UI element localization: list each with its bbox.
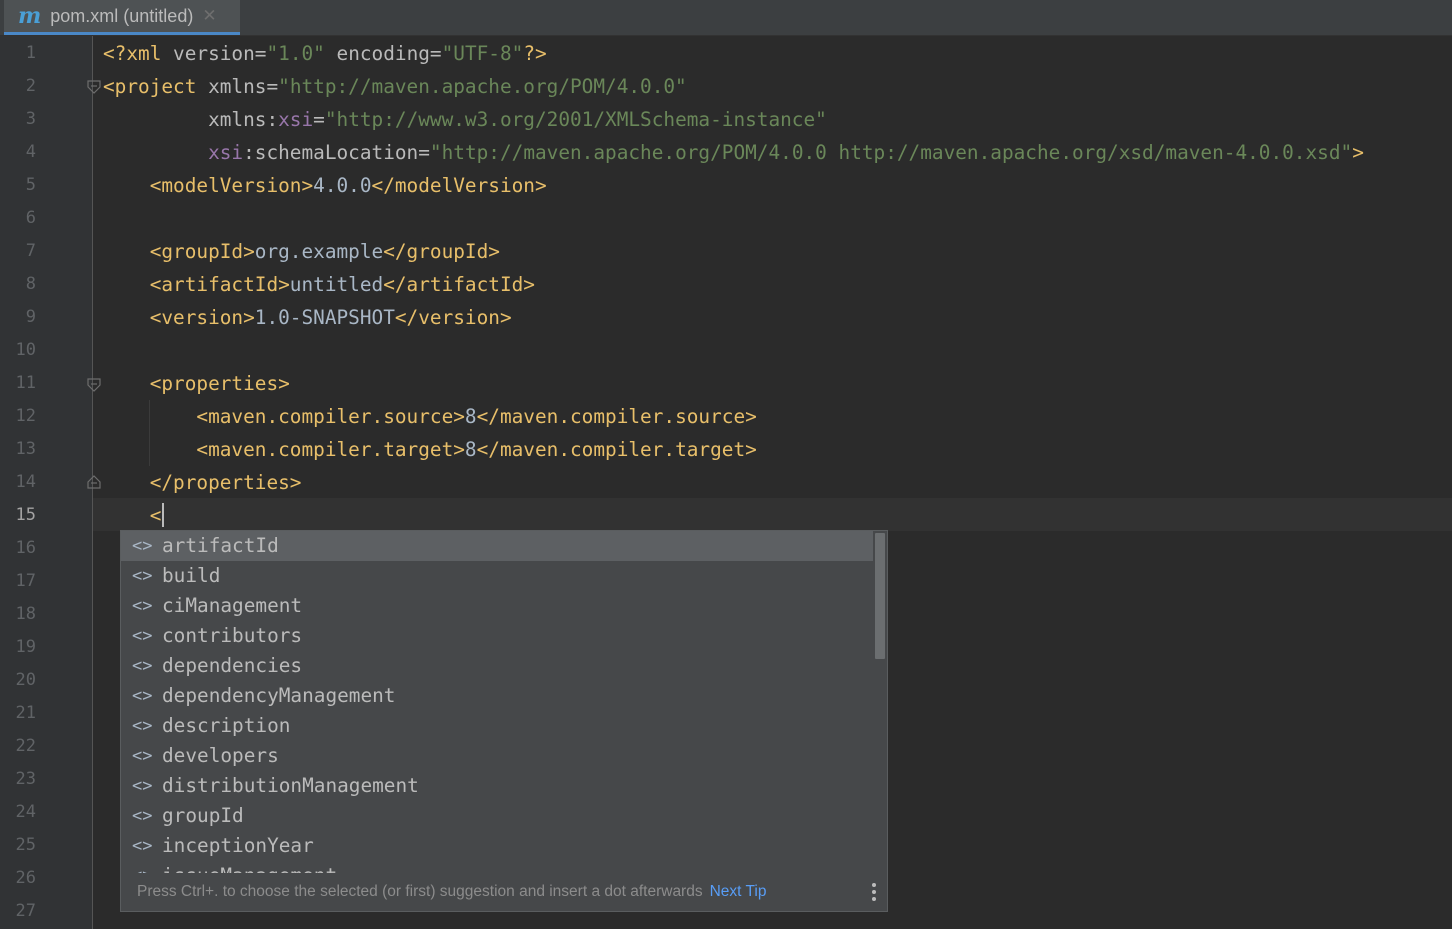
line-number: 14 — [15, 472, 36, 492]
xml-tag-icon: <> — [132, 566, 153, 586]
completion-item-label: inceptionYear — [162, 834, 314, 857]
code-line-12: <maven.compiler.source>8</maven.compiler… — [196, 405, 757, 428]
completion-item-label: dependencyManagement — [162, 684, 396, 707]
completion-item[interactable]: <> developers — [121, 741, 873, 771]
line-number: 21 — [15, 703, 36, 723]
completion-item-label: developers — [162, 744, 279, 767]
completion-popup[interactable]: <> artifactId <> build <> ciManagement <> contr… — [120, 530, 888, 912]
editor-tab-bar: m pom.xml (untitled) ✕ — [0, 0, 1452, 36]
xml-tag-icon: <> — [132, 806, 153, 826]
completion-item[interactable]: <> inceptionYear — [121, 831, 873, 861]
line-number: 8 — [25, 274, 36, 294]
line-number: 5 — [25, 175, 36, 195]
code-line-8: <artifactId>untitled</artifactId> — [149, 273, 535, 296]
xml-tag-icon: <> — [132, 776, 153, 796]
code-line-14: </properties> — [149, 471, 302, 494]
line-number: 9 — [25, 307, 36, 327]
code-line-5: <modelVersion>4.0.0</modelVersion> — [149, 174, 547, 197]
line-number: 22 — [15, 736, 36, 756]
code-line-3: xmlns:xsi="http://www.w3.org/2001/XMLSch… — [208, 108, 827, 131]
completion-item-label: contributors — [162, 624, 303, 647]
line-number: 27 — [15, 901, 36, 921]
completion-item-label: build — [162, 564, 221, 587]
xml-tag-icon: <> — [132, 656, 153, 676]
maven-m-icon: m — [18, 3, 42, 29]
code-line-2: <project xmlns="http://maven.apache.org/… — [103, 75, 687, 98]
line-number: 25 — [15, 835, 36, 855]
line-number: 1 — [25, 43, 36, 63]
line-number: 20 — [15, 670, 36, 690]
xml-tag-icon: <> — [132, 626, 153, 646]
next-tip-link[interactable]: Next Tip — [710, 883, 767, 901]
completion-hint: Press Ctrl+. to choose the selected (or … — [137, 883, 703, 900]
xml-tag-icon: <> — [132, 596, 153, 616]
code-line-11: <properties> — [149, 372, 290, 395]
completion-item[interactable]: <> distributionManagement — [121, 771, 873, 801]
line-number: 7 — [25, 241, 36, 261]
completion-item[interactable]: <> dependencyManagement — [121, 681, 873, 711]
code-line-15: < — [149, 504, 162, 527]
xml-tag-icon: <> — [132, 746, 153, 766]
completion-list[interactable]: <> artifactId <> build <> ciManagement <> contr… — [121, 531, 873, 873]
line-number: 3 — [25, 109, 36, 129]
line-number: 16 — [15, 538, 36, 558]
xml-tag-icon: <> — [132, 836, 153, 856]
code-line-9: <version>1.0-SNAPSHOT</version> — [149, 306, 512, 329]
completion-item[interactable]: <> contributors — [121, 621, 873, 651]
line-number: 24 — [15, 802, 36, 822]
line-number: 10 — [15, 340, 36, 360]
line-number: 13 — [15, 439, 36, 459]
code-line-13: <maven.compiler.target>8</maven.compiler… — [196, 438, 757, 461]
completion-item[interactable]: <> ciManagement — [121, 591, 873, 621]
line-number: 15 — [15, 505, 36, 525]
line-number: 26 — [15, 868, 36, 888]
completion-item-label: issueManagement — [162, 861, 337, 873]
completion-item[interactable]: <> build — [121, 561, 873, 591]
completion-item-label: description — [162, 714, 291, 737]
code-line-4: xsi:schemaLocation="http://maven.apache.… — [208, 141, 1364, 164]
line-number: 6 — [25, 208, 36, 228]
xml-tag-icon: <> — [132, 716, 153, 736]
code-editor[interactable]: <?xml version="1.0" encoding="UTF-8"?> <… — [103, 37, 1452, 532]
xml-tag-icon: <> — [132, 686, 153, 706]
fold-open-icon[interactable] — [87, 80, 101, 94]
text-caret — [162, 503, 164, 527]
completion-item[interactable]: <> dependencies — [121, 651, 873, 681]
completion-scrollbar[interactable] — [875, 533, 885, 659]
completion-item[interactable]: <> groupId — [121, 801, 873, 831]
tab-label: pom.xml (untitled) — [50, 5, 194, 26]
line-number: 11 — [15, 373, 36, 393]
code-line-7: <groupId>org.example</groupId> — [149, 240, 500, 263]
completion-item-label: artifactId — [162, 534, 279, 557]
xml-tag-icon: <> — [132, 861, 156, 873]
line-number: 23 — [15, 769, 36, 789]
completion-item-label: ciManagement — [162, 594, 303, 617]
line-number: 17 — [15, 571, 36, 591]
line-number: 4 — [25, 142, 36, 162]
completion-item-label: dependencies — [162, 654, 303, 677]
xml-tag-icon: <> — [132, 536, 153, 556]
line-number: 19 — [15, 637, 36, 657]
line-number: 18 — [15, 604, 36, 624]
line-number: 12 — [15, 406, 36, 426]
close-icon[interactable]: ✕ — [202, 6, 216, 26]
line-number: 2 — [25, 76, 36, 96]
tab-pom-xml[interactable]: m pom.xml (untitled) ✕ — [4, 0, 240, 35]
fold-close-icon[interactable] — [87, 475, 101, 489]
completion-item-label: distributionManagement — [162, 774, 419, 797]
more-options-icon[interactable] — [871, 882, 877, 902]
fold-open-icon[interactable] — [87, 378, 101, 392]
completion-item[interactable]: <> issueManagement — [121, 861, 873, 873]
completion-footer: Press Ctrl+. to choose the selected (or … — [121, 873, 887, 911]
line-numbers: 1 2 3 4 5 6 7 8 9 10 11 12 13 14 15 16 17 18 19 20 21 22 23 24 2… — [0, 37, 50, 928]
completion-item-label: groupId — [162, 804, 244, 827]
code-line-1: <?xml version="1.0" encoding="UTF-8"?> — [103, 42, 547, 65]
completion-item[interactable]: <> description — [121, 711, 873, 741]
completion-item[interactable]: <> artifactId — [121, 531, 873, 561]
